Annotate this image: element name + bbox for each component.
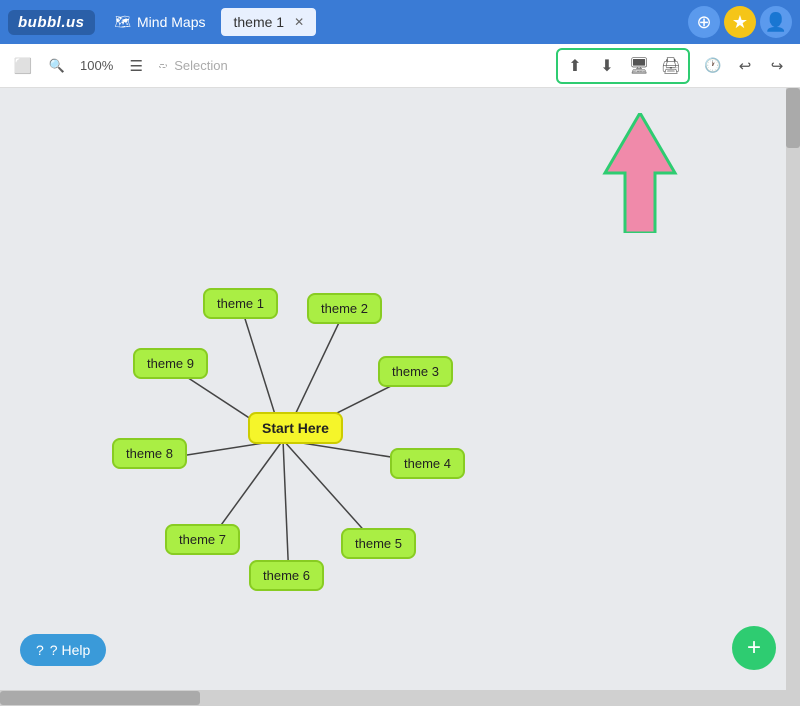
user-button[interactable]: 👤 <box>760 6 792 38</box>
node-theme5[interactable]: theme 5 <box>341 528 416 559</box>
mind-maps-tab-icon: 🗺 <box>115 14 132 30</box>
share-icon: ⬆ <box>568 56 581 76</box>
page-icon: ⬜ <box>14 57 33 75</box>
node-theme4[interactable]: theme 4 <box>390 448 465 479</box>
node-theme2[interactable]: theme 2 <box>307 293 382 324</box>
center-node[interactable]: Start Here <box>248 412 343 444</box>
export-group: ⬆ ⬇ 🖥 🖨 <box>556 48 690 84</box>
node-theme6-label: theme 6 <box>263 568 310 583</box>
page-button[interactable]: ⬜ <box>8 51 38 81</box>
star-button[interactable]: ★ <box>724 6 756 38</box>
topbar: bubbl.us 🗺 Mind Maps theme 1 ✕ ⊕ ★ 👤 <box>0 0 800 44</box>
node-theme7-label: theme 7 <box>179 532 226 547</box>
toolbar: ⬜ 🔍 100% ☰ Selection ⬆ ⬇ 🖥 🖨 🕐 ↩ ↪ <box>0 44 800 88</box>
close-tab-button[interactable]: ✕ <box>294 15 304 29</box>
star-icon: ★ <box>732 12 748 33</box>
selection-button[interactable]: Selection <box>155 51 231 81</box>
selection-label: Selection <box>174 58 227 73</box>
undo-icon: ↩ <box>739 57 752 75</box>
mind-maps-tab-label: Mind Maps <box>137 14 205 30</box>
horizontal-scrollbar[interactable] <box>0 690 800 706</box>
download-button[interactable]: ⬇ <box>592 52 622 80</box>
node-theme1[interactable]: theme 1 <box>203 288 278 319</box>
tab-mind-maps[interactable]: 🗺 Mind Maps <box>103 8 218 36</box>
node-theme1-label: theme 1 <box>217 296 264 311</box>
node-theme8[interactable]: theme 8 <box>112 438 187 469</box>
theme1-tab-label: theme 1 <box>233 14 284 30</box>
globe-icon: ⊕ <box>696 12 711 33</box>
user-icon: 👤 <box>765 12 787 33</box>
selection-dashed-icon <box>159 64 167 68</box>
horizontal-scrollbar-thumb[interactable] <box>0 691 200 705</box>
node-theme3[interactable]: theme 3 <box>378 356 453 387</box>
globe-button[interactable]: ⊕ <box>688 6 720 38</box>
undo-button[interactable]: ↩ <box>730 51 760 81</box>
redo-button[interactable]: ↪ <box>762 51 792 81</box>
print-icon: 🖨 <box>661 56 681 76</box>
menu-icon: ☰ <box>130 57 143 75</box>
history-icon: 🕐 <box>704 57 721 74</box>
screen-icon: 🖥 <box>629 56 649 76</box>
add-button[interactable]: + <box>732 626 776 670</box>
node-theme7[interactable]: theme 7 <box>165 524 240 555</box>
node-theme9-label: theme 9 <box>147 356 194 371</box>
node-theme8-label: theme 8 <box>126 446 173 461</box>
vertical-scrollbar-thumb[interactable] <box>786 88 800 148</box>
logo[interactable]: bubbl.us <box>8 10 95 35</box>
screen-button[interactable]: 🖥 <box>624 52 654 80</box>
history-controls: 🕐 ↩ ↪ <box>698 51 792 81</box>
add-icon: + <box>747 634 761 662</box>
redo-icon: ↪ <box>771 57 784 75</box>
zoom-icon: 🔍 <box>49 58 65 74</box>
node-theme3-label: theme 3 <box>392 364 439 379</box>
print-button[interactable]: 🖨 <box>656 52 686 80</box>
canvas[interactable]: Start Here theme 1 theme 2 theme 3 theme… <box>0 88 800 690</box>
menu-button[interactable]: ☰ <box>121 51 151 81</box>
node-theme5-label: theme 5 <box>355 536 402 551</box>
tab-theme1[interactable]: theme 1 ✕ <box>221 8 316 36</box>
center-node-label: Start Here <box>262 420 329 436</box>
arrow-indicator <box>600 113 680 233</box>
vertical-scrollbar[interactable] <box>786 88 800 690</box>
help-label: ? Help <box>50 642 90 658</box>
download-icon: ⬇ <box>600 56 613 76</box>
zoom-button[interactable]: 🔍 <box>42 51 72 81</box>
zoom-level: 100% <box>76 58 117 73</box>
node-theme9[interactable]: theme 9 <box>133 348 208 379</box>
share-button[interactable]: ⬆ <box>560 52 590 80</box>
mind-map-lines <box>0 88 800 690</box>
help-button[interactable]: ? ? Help <box>20 634 106 666</box>
node-theme2-label: theme 2 <box>321 301 368 316</box>
node-theme6[interactable]: theme 6 <box>249 560 324 591</box>
node-theme4-label: theme 4 <box>404 456 451 471</box>
help-icon: ? <box>36 642 44 658</box>
history-button[interactable]: 🕐 <box>698 51 728 81</box>
